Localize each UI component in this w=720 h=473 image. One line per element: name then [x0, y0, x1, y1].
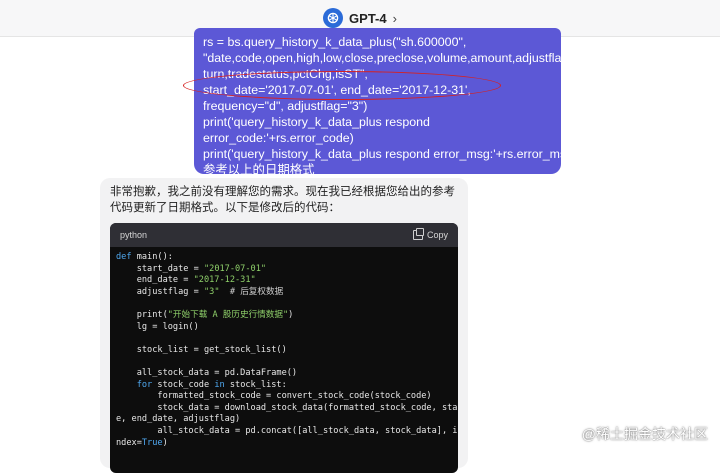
code-header: python Copy	[110, 223, 458, 247]
user-message-line: error_code:'+rs.error_code)	[203, 131, 354, 145]
user-message-line: print('query_history_k_data_plus respond…	[203, 147, 578, 161]
user-message-line: 参考以上的日期格式	[203, 163, 315, 177]
user-message-bubble: rs = bs.query_history_k_data_plus("sh.60…	[194, 28, 578, 177]
model-name: GPT-4	[349, 10, 387, 26]
user-message-line: frequency="d", adjustflag="3")	[203, 99, 368, 113]
user-message-line: "date,code,open,high,low,close,preclose,…	[203, 51, 572, 65]
code-line: e, end_date, adjustflag)	[116, 414, 241, 425]
code-line: def main():	[116, 252, 173, 262]
code-line: lg = login()	[116, 321, 199, 332]
model-selector-button[interactable]: GPT-4 ›	[323, 8, 397, 28]
code-line: all_stock_data = pd.DataFrame()	[116, 367, 298, 378]
openai-logo-icon	[323, 8, 344, 28]
copy-icon	[412, 228, 424, 240]
code-line: start_date = "2017-07-01"	[116, 263, 267, 274]
watermark: @稀土掘金技术社区	[581, 426, 708, 442]
code-line: end_date = "2017-12-31"	[116, 275, 256, 286]
copy-label: Copy	[426, 230, 448, 240]
code-block: python Copy def main(): start_date = "20…	[110, 223, 458, 473]
chevron-right-icon: ›	[392, 10, 397, 26]
copy-code-button[interactable]: Copy	[412, 228, 448, 240]
code-language-label: python	[120, 230, 148, 240]
user-message-line: print('query_history_k_data_plus respond	[203, 115, 430, 129]
assistant-message: 非常抱歉，我之前没有理解您的需求。现在我已经根据您给出的参考代码更新了日期格式。…	[100, 178, 468, 473]
code-body: def main(): start_date = "2017-07-01" en…	[110, 247, 458, 449]
code-line: all_stock_data = pd.concat([all_stock_da…	[116, 425, 458, 436]
red-annotation-oval	[183, 71, 501, 100]
assistant-message-text: 非常抱歉，我之前没有理解您的需求。现在我已经根据您给出的参考代码更新了日期格式。…	[110, 186, 455, 214]
code-line: formatted_stock_code = convert_stock_cod…	[116, 391, 432, 402]
code-line: stock_data = download_stock_data(formatt…	[116, 402, 458, 413]
code-line: adjustflag = "3" # 后复权数据	[116, 286, 284, 297]
code-line: ndex=True)	[116, 437, 168, 448]
code-line: for stock_code in stock_list:	[136, 379, 287, 390]
user-message-line: rs = bs.query_history_k_data_plus("sh.60…	[203, 35, 467, 49]
code-line: stock_list = get_stock_list()	[116, 344, 287, 355]
code-line: print("开始下载 A 股历史行情数据")	[116, 309, 294, 320]
